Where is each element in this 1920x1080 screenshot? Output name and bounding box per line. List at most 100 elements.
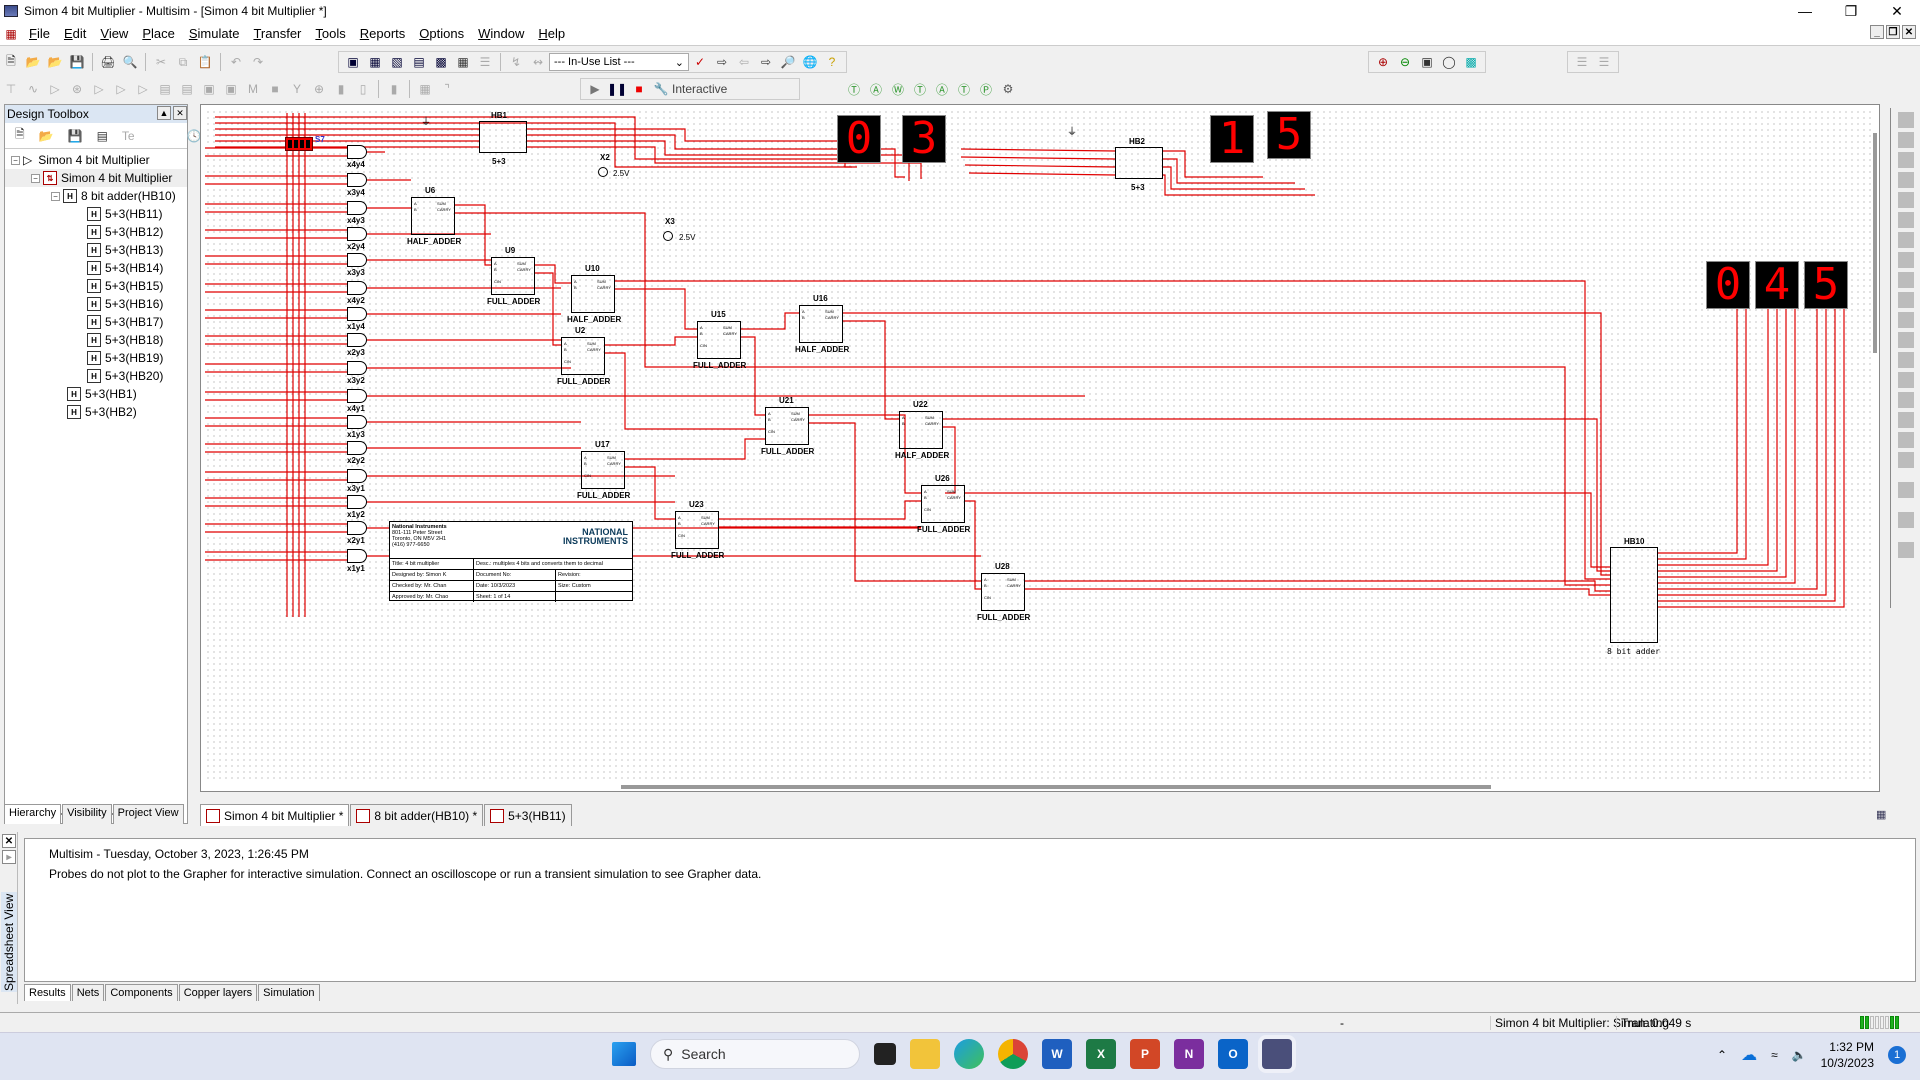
save-design-icon[interactable]: 💾 [68, 127, 83, 145]
powerpoint-icon[interactable]: P [1130, 1039, 1160, 1069]
volume-icon[interactable]: 🔈 [1792, 1048, 1807, 1062]
electrical-rules-check-icon[interactable]: ✓ [691, 53, 709, 71]
and-gate[interactable] [347, 253, 367, 267]
tab-root-schematic[interactable]: Simon 4 bit Multiplier * [200, 804, 350, 826]
wire[interactable] [943, 418, 1610, 572]
adder-u9[interactable] [491, 257, 535, 295]
differential-voltage-probe-icon[interactable]: Ⓣ [911, 80, 929, 98]
agilent-function-generator-icon[interactable] [1897, 392, 1914, 408]
wattmeter-icon[interactable] [1897, 152, 1914, 168]
zoom-area-icon[interactable]: ▣ [1418, 53, 1436, 71]
redo-icon[interactable]: ↷ [249, 53, 267, 71]
menu-tools[interactable]: Tools [308, 26, 352, 41]
document-icon[interactable]: ▦ [2, 25, 20, 43]
wire[interactable] [943, 426, 956, 494]
ni-elvis-icon[interactable] [1897, 512, 1914, 528]
wire[interactable] [1658, 309, 1769, 566]
spreadsheet-toggle-icon[interactable]: ▦ [366, 53, 384, 71]
place-ni-icon[interactable]: ▮ [332, 80, 350, 98]
back-annotate-ultiboard-icon[interactable]: ⇦ [735, 53, 753, 71]
wire[interactable] [1658, 309, 1778, 572]
multimeter-icon[interactable] [1897, 112, 1914, 128]
zoom-out-icon[interactable]: ⊖ [1396, 53, 1414, 71]
pause-simulation-button[interactable]: ❚❚ [607, 80, 627, 98]
notification-badge[interactable]: 1 [1888, 1046, 1906, 1064]
and-gate[interactable] [347, 307, 367, 321]
word-icon[interactable]: W [1042, 1039, 1072, 1069]
erc-icon[interactable]: ☰ [476, 53, 494, 71]
and-gate[interactable] [347, 549, 367, 563]
place-advanced-peripherals-icon[interactable]: ■ [266, 80, 284, 98]
current-clamp-icon[interactable] [1897, 542, 1914, 558]
tree-item-hb1[interactable]: H 5+3(HB1) [5, 385, 187, 403]
and-gate[interactable] [347, 389, 367, 403]
undo-icon[interactable]: ↶ [227, 53, 245, 71]
wire[interactable] [455, 204, 491, 266]
paste-icon[interactable]: 📋 [196, 53, 214, 71]
tab-project-view[interactable]: Project View [112, 804, 184, 824]
probe-x3[interactable] [663, 231, 673, 241]
and-gate[interactable] [347, 521, 367, 535]
minimize-button[interactable]: — [1782, 0, 1828, 22]
open-design-icon[interactable]: 📂 [39, 127, 54, 145]
tab-hb10[interactable]: 8 bit adder(HB10) * [350, 804, 484, 826]
clock[interactable]: 1:32 PM 10/3/2023 [1821, 1039, 1874, 1071]
component-list-icon[interactable]: ▤ [410, 53, 428, 71]
copy-icon[interactable]: ⧉ [174, 53, 192, 71]
hb1-block[interactable] [479, 121, 527, 153]
menu-view[interactable]: View [93, 26, 135, 41]
chrome-icon[interactable] [998, 1039, 1028, 1069]
close-design-icon[interactable]: ▤ [97, 127, 108, 145]
place-analog-icon[interactable]: ▷ [90, 80, 108, 98]
place-diode-icon[interactable]: ▷ [46, 80, 64, 98]
wire[interactable] [1163, 166, 1305, 190]
close-button[interactable]: ✕ [1874, 0, 1920, 22]
spectrum-analyzer-icon[interactable] [1897, 352, 1914, 368]
adder-u22[interactable] [899, 411, 943, 449]
tab-hierarchy[interactable]: Hierarchy [4, 804, 62, 824]
tree-item-hb14[interactable]: H 5+3(HB14) [5, 259, 187, 277]
and-gate[interactable] [347, 415, 367, 429]
wire[interactable] [741, 312, 799, 330]
wire[interactable] [625, 438, 765, 460]
hb2-block[interactable] [1115, 147, 1163, 179]
spreadsheet-close-button[interactable]: ✕ [2, 834, 16, 848]
tree-item-hb12[interactable]: H 5+3(HB12) [5, 223, 187, 241]
print-icon[interactable]: 🖨 [99, 53, 117, 71]
in-use-list-dropdown[interactable]: --- In-Use List --- ⌄ [549, 53, 689, 71]
wire[interactable] [1658, 309, 1738, 554]
and-gate[interactable] [347, 227, 367, 241]
hb10-block[interactable] [1610, 547, 1658, 643]
show-hidden-icons-chevron-icon[interactable]: ⌃ [1717, 1048, 1727, 1062]
and-gate[interactable] [347, 173, 367, 187]
collapse-icon[interactable]: − [51, 191, 60, 201]
current-probe-icon[interactable]: Ⓐ [867, 80, 885, 98]
menu-window[interactable]: Window [471, 26, 531, 41]
mdi-close-button[interactable]: ✕ [1902, 25, 1916, 39]
spreadsheet-expand-button[interactable]: ▸ [2, 850, 16, 864]
edge-icon[interactable] [954, 1039, 984, 1069]
adder-u6[interactable] [411, 197, 455, 235]
postprocessor-icon[interactable]: ▦ [454, 53, 472, 71]
wire[interactable] [535, 272, 561, 346]
wire[interactable] [1658, 309, 1796, 584]
tab-copper-layers[interactable]: Copper layers [178, 984, 258, 1001]
tree-item-hb11[interactable]: H 5+3(HB11) [5, 205, 187, 223]
mdi-restore-button[interactable]: ❐ [1886, 25, 1900, 39]
open-folder-icon[interactable]: 📂 [24, 53, 42, 71]
save-icon[interactable]: 💾 [68, 53, 86, 71]
wire[interactable] [960, 156, 1116, 160]
place-basic-icon[interactable]: ∿ [24, 80, 42, 98]
tree-item-hb10[interactable]: − H 8 bit adder(HB10) [5, 187, 187, 205]
adder-u21[interactable] [765, 407, 809, 445]
bode-plotter-icon[interactable] [1897, 212, 1914, 228]
sim-database-icon[interactable]: ▧ [388, 53, 406, 71]
tab-visibility[interactable]: Visibility [62, 804, 112, 824]
wire[interactable] [843, 312, 1610, 576]
align-right-icon[interactable]: ☰ [1595, 53, 1613, 71]
canvas-vscrollbar[interactable] [1873, 133, 1877, 353]
and-gate[interactable] [347, 495, 367, 509]
print-preview-icon[interactable]: 🔍 [121, 53, 139, 71]
full-screen-icon[interactable]: ▩ [1462, 53, 1480, 71]
adder-u2[interactable] [561, 337, 605, 375]
